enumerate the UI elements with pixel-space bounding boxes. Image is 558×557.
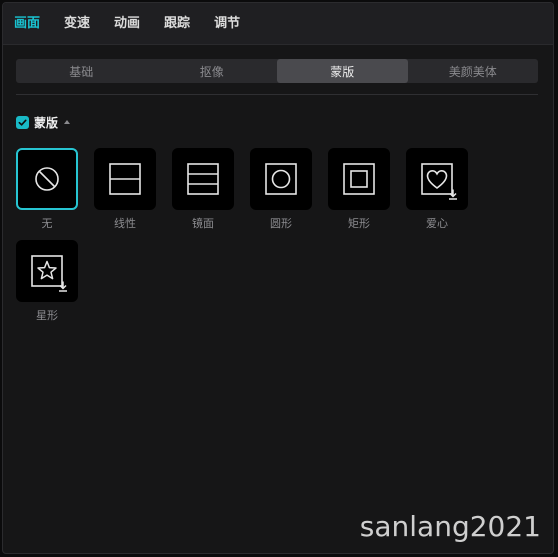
mask-item-rectangle[interactable]: 矩形: [328, 148, 392, 231]
editor-panel: 画面 变速 动画 跟踪 调节 基础 抠像 蒙版 美颜美体 蒙版 无 线性 镜面 …: [2, 2, 554, 554]
watermark-text: sanlang2021: [359, 510, 541, 543]
subtab-mask[interactable]: 蒙版: [277, 59, 408, 83]
linear-icon: [109, 163, 141, 195]
mask-label: 矩形: [348, 217, 370, 230]
tab-animation[interactable]: 动画: [114, 3, 140, 45]
mask-label: 星形: [36, 309, 58, 322]
mask-section-header: 蒙版: [16, 113, 71, 131]
tab-adjust[interactable]: 调节: [214, 3, 240, 45]
mask-tile[interactable]: [172, 148, 234, 210]
subtab-cutout[interactable]: 抠像: [147, 59, 278, 83]
mask-label: 线性: [114, 217, 136, 230]
mirror-icon: [187, 163, 219, 195]
top-tab-bar: 画面 变速 动画 跟踪 调节: [3, 3, 553, 45]
divider: [16, 94, 538, 95]
download-icon: [59, 281, 67, 292]
mask-tile[interactable]: [406, 148, 468, 210]
mask-item-heart[interactable]: 爱心: [406, 148, 470, 231]
mask-item-star[interactable]: 星形: [16, 240, 80, 323]
mask-tile[interactable]: [328, 148, 390, 210]
mask-tile[interactable]: [250, 148, 312, 210]
mask-label: 镜面: [192, 217, 214, 230]
circle-icon: [265, 163, 297, 195]
none-icon: [35, 167, 59, 191]
mask-item-mirror[interactable]: 镜面: [172, 148, 236, 231]
mask-tile[interactable]: [16, 148, 78, 210]
sub-tab-bar: 基础 抠像 蒙版 美颜美体: [16, 59, 538, 83]
mask-enable-checkbox[interactable]: [16, 115, 29, 129]
subtab-beauty[interactable]: 美颜美体: [408, 59, 539, 83]
download-icon: [449, 189, 457, 200]
collapse-caret-icon[interactable]: [64, 120, 71, 124]
mask-label: 无: [41, 217, 53, 230]
mask-tile[interactable]: [16, 240, 78, 302]
subtab-basic[interactable]: 基础: [16, 59, 147, 83]
mask-tile[interactable]: [94, 148, 156, 210]
mask-item-none[interactable]: 无: [16, 148, 80, 231]
mask-label: 爱心: [426, 217, 448, 230]
mask-item-circle[interactable]: 圆形: [250, 148, 314, 231]
tab-picture[interactable]: 画面: [14, 3, 40, 45]
section-title: 蒙版: [34, 115, 59, 130]
mask-item-linear[interactable]: 线性: [94, 148, 158, 231]
tab-speed[interactable]: 变速: [64, 3, 90, 45]
rectangle-icon: [343, 163, 375, 195]
tab-tracking[interactable]: 跟踪: [164, 3, 190, 45]
mask-label: 圆形: [270, 217, 292, 230]
check-icon: [18, 119, 27, 126]
